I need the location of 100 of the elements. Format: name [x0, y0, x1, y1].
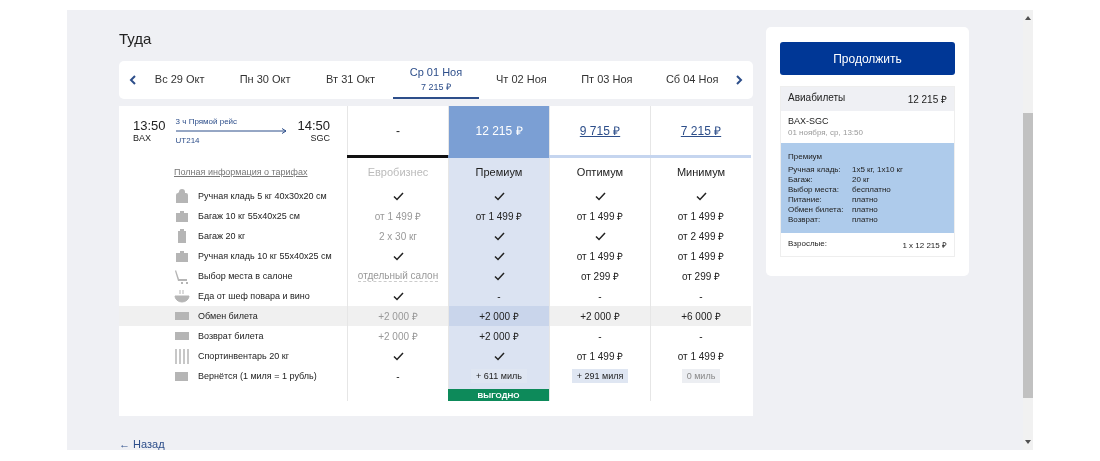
check-icon — [493, 191, 505, 201]
seat-icon — [174, 268, 190, 284]
fare-value: от 1 499 ₽ — [374, 210, 422, 223]
feature-label: Ручная кладь 5 кг 40x30x20 см — [198, 191, 327, 201]
date-tab[interactable]: Вт 31 Окт — [307, 61, 394, 99]
detail-value: 1x5 кг, 1x10 кг — [852, 165, 904, 174]
date-tab[interactable]: Вс 29 Окт — [137, 61, 223, 99]
fare-value: +2 000 ₽ — [479, 330, 519, 343]
miles-badge: + 291 миля — [571, 369, 629, 383]
scrollbar[interactable] — [1023, 10, 1033, 450]
fare-value: от 1 499 ₽ — [576, 250, 624, 263]
tariff-name: Премиум — [788, 152, 824, 161]
detail-label: Ручная кладь: — [788, 165, 842, 174]
price-link[interactable]: 7 215 ₽ — [680, 122, 722, 139]
detail-value: бесплатно — [852, 185, 892, 194]
fare-value: от 2 499 ₽ — [677, 230, 725, 243]
tickets-total: 12 215 ₽ — [907, 93, 947, 106]
flight-number: UT214 — [175, 135, 201, 145]
feature-label: Спортинвентарь 20 кг — [198, 351, 289, 361]
fare-value: от 1 499 ₽ — [677, 350, 725, 363]
check-icon — [493, 231, 505, 241]
fare-value: +2 000 ₽ — [378, 330, 418, 343]
check-icon — [493, 271, 505, 281]
tariff-name: Премиум — [475, 166, 523, 178]
feature-label: Обмен билета — [198, 311, 258, 321]
route: BAX-SGC — [788, 116, 830, 126]
feature-label: Багаж 20 кг — [198, 231, 246, 241]
date-tab[interactable]: Пт 03 Ноя — [564, 61, 650, 99]
fare-value: - — [699, 330, 703, 342]
check-icon — [493, 251, 505, 261]
feature-label: Выбор места в салоне — [198, 271, 293, 281]
date-tab[interactable]: Чт 02 Ноя — [478, 61, 565, 99]
flight-date: 01 ноября, ср, 13:50 — [788, 128, 864, 137]
best-badge: ВЫГОДНО — [448, 389, 549, 401]
date-tab[interactable]: Пн 30 Окт — [222, 61, 308, 99]
date-tab[interactable]: Ср 01 Ноя 7 215 ₽ — [393, 61, 479, 99]
detail-label: Багаж: — [788, 175, 814, 184]
fare-value: - — [396, 370, 400, 382]
check-icon — [392, 351, 404, 361]
detail-label: Обмен билета: — [788, 205, 845, 214]
fare-value: +2 000 ₽ — [378, 310, 418, 323]
back-link[interactable]: ← Назад — [119, 438, 165, 450]
miles-badge: + 611 миль — [471, 369, 527, 383]
fare-value: от 1 499 ₽ — [576, 210, 624, 223]
backpack-icon — [174, 188, 190, 204]
suitcase-icon — [174, 248, 190, 264]
bowl-icon — [174, 288, 190, 304]
feature-label: Еда от шеф повара и вино — [198, 291, 310, 301]
scroll-thumb[interactable] — [1023, 113, 1033, 398]
fare-value: - — [699, 290, 703, 302]
check-icon — [392, 251, 404, 261]
tariff-name: Оптимум — [576, 166, 624, 178]
detail-value: платно — [852, 215, 879, 224]
feature-label: Возврат билета — [198, 331, 264, 341]
feature-label: Вернётся (1 миля = 1 рубль) — [198, 371, 317, 381]
detail-label: Питание: — [788, 195, 823, 204]
detail-value: платно — [852, 205, 879, 214]
fare-value: от 1 499 ₽ — [677, 210, 725, 223]
tickets-label: Авиабилеты — [788, 92, 846, 105]
date-tab[interactable]: Сб 04 Ноя — [649, 61, 735, 99]
tariff-name: Минимум — [676, 166, 726, 178]
suitcase-icon — [174, 208, 190, 224]
miles-badge: 0 миль — [681, 369, 721, 383]
fare-value: - — [497, 290, 501, 302]
fare-value: 2 x 30 кг — [378, 230, 417, 242]
detail-value: 20 кг — [852, 175, 871, 184]
fare-value: - — [598, 330, 602, 342]
continue-button[interactable]: Продолжить — [780, 42, 955, 75]
passengers-label: Взрослые: — [788, 239, 827, 250]
fare-value: от 299 ₽ — [580, 270, 620, 283]
feature-label: Багаж 10 кг 55x40x25 см — [198, 211, 300, 221]
tariff-name: Евробизнес — [367, 166, 429, 178]
fare-value: +6 000 ₽ — [681, 310, 721, 323]
fare-info-link[interactable]: Полная информация о тарифах — [174, 167, 308, 177]
check-icon — [695, 191, 707, 201]
check-icon — [493, 351, 505, 361]
flight-duration: 3 ч Прямой рейс — [175, 116, 239, 126]
departure-airport: BAX — [133, 133, 152, 143]
price-value: - — [396, 123, 400, 138]
fare-value: - — [598, 290, 602, 302]
detail-label: Возврат: — [788, 215, 822, 224]
direction-title: Туда — [119, 30, 153, 49]
scroll-up-icon[interactable] — [1024, 14, 1032, 22]
fare-value: от 1 499 ₽ — [475, 210, 523, 223]
scroll-down-icon[interactable] — [1024, 438, 1032, 446]
fare-value: от 299 ₽ — [681, 270, 721, 283]
check-icon — [392, 191, 404, 201]
detail-label: Выбор места: — [788, 185, 840, 194]
arrow-icon — [175, 127, 288, 134]
arrival-time: 14:50 — [297, 118, 331, 133]
check-icon — [594, 231, 606, 241]
price-link[interactable]: 9 715 ₽ — [579, 122, 621, 139]
feature-label: Ручная кладь 10 кг 55x40x25 см — [198, 251, 332, 261]
fare-value: +2 000 ₽ — [580, 310, 620, 323]
check-icon — [594, 191, 606, 201]
passengers-total: 1 x 12 215 ₽ — [902, 240, 947, 250]
fare-value: +2 000 ₽ — [479, 310, 519, 323]
detail-value: платно — [852, 195, 879, 204]
fare-value: от 1 499 ₽ — [677, 250, 725, 263]
departure-time: 13:50 — [133, 118, 166, 133]
